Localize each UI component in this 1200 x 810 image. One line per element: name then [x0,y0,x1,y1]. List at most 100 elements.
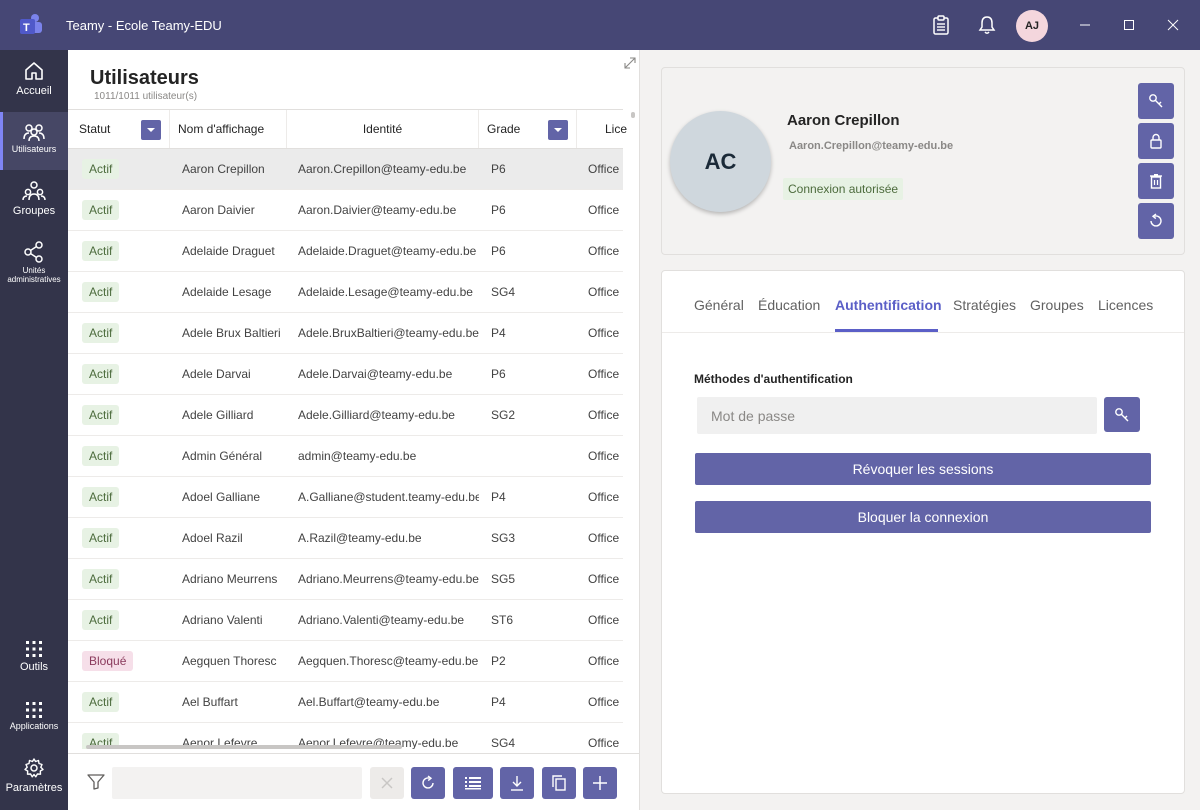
clipboard-icon[interactable] [928,12,954,38]
status-cell: Bloqué [82,641,170,681]
key-button[interactable] [1138,83,1174,119]
rail-item-accueil[interactable]: Accueil [0,60,68,112]
table-row[interactable]: Actif Aaron Daivier Aaron.Daivier@teamy-ed… [68,190,623,231]
tab-strategies[interactable]: Stratégies [953,297,1016,313]
filter-input[interactable] [112,767,362,799]
status-cell: Actif [82,559,170,599]
column-header-licence[interactable]: Lice [577,110,627,148]
copy-button[interactable] [542,767,576,799]
filter-dropdown-icon[interactable] [548,120,568,140]
identity-cell: Aaron.Crepillon@teamy-edu.be [298,162,467,176]
table-row[interactable]: Actif Adele Darvai Adele.Darvai@teamy-edu.… [68,354,623,395]
grade-cell [491,436,571,476]
lock-button[interactable] [1138,123,1174,159]
download-button[interactable] [500,767,534,799]
block-sign-in-button[interactable]: Bloquer la connexion [695,501,1151,533]
tab-groupes[interactable]: Groupes [1030,297,1084,313]
column-header-grade[interactable]: Grade [479,110,577,148]
add-icon [593,776,607,790]
table-row[interactable]: Actif Adele Gilliard Adele.Gilliard@teamy-… [68,395,623,436]
identity-cell: Adriano.Valenti@teamy-edu.be [298,613,465,627]
name-cell: Adriano Valenti [182,613,263,627]
svg-text:T: T [23,22,30,34]
status-cell: Actif [82,190,170,230]
table-row[interactable]: Actif Adelaide Draguet Adelaide.Draguet@te… [68,231,623,272]
user-list-panel: Utilisateurs 1011/1011 utilisateur(s) St… [68,50,640,810]
table-row[interactable]: Actif Adoel Razil A.Razil@teamy-edu.be SG3 O… [68,518,623,559]
bell-icon[interactable] [974,12,1000,38]
grade-cell: P6 [491,162,506,176]
rail-item-outils[interactable]: Outils [0,640,68,680]
column-label: Identité [362,122,403,136]
tab-licences[interactable]: Licences [1098,297,1153,313]
horizontal-scrollbar[interactable] [86,745,402,749]
table-row[interactable]: Bloqué Aegquen Thoresc Aegquen.Thoresc@tea… [68,641,623,682]
grade-cell: SG3 [491,531,516,545]
status-badge: Actif [82,528,120,548]
status-cell: Actif [82,149,170,189]
column-header-statut[interactable]: Statut [68,110,170,148]
rail-label: Applications [9,721,59,731]
close-icon[interactable] [1160,12,1186,38]
status-cell: Actif [82,272,170,312]
filter-dropdown-icon[interactable] [141,120,161,140]
vertical-scrollbar[interactable] [631,112,635,118]
columns-button[interactable] [453,767,493,799]
grade-cell: ST6 [491,613,514,627]
identity-cell: Ael.Buffart@teamy-edu.be [298,695,440,709]
detail-card: Général Éducation Authentification Strat… [661,270,1185,794]
user-avatar[interactable]: AJ [1016,10,1048,42]
table-row[interactable]: Actif Aaron Crepillon Aaron.Crepillon@team… [68,149,623,190]
license-cell: Office [588,162,620,176]
identity-cell: Adelaide.Lesage@teamy-edu.be [298,285,473,299]
title-bar: T Teamy - Ecole Teamy-EDU AJ [0,0,1200,50]
table-row[interactable]: Actif Adriano Valenti Adriano.Valenti@team… [68,600,623,641]
table-row[interactable]: Actif Admin Général admin@teamy-edu.be Offi… [68,436,623,477]
column-label: Grade [487,122,521,136]
delete-button[interactable] [1138,163,1174,199]
revoke-sessions-button[interactable]: Révoquer les sessions [695,453,1151,485]
status-badge: Actif [82,364,120,384]
rail-label: Paramètres [5,782,63,794]
column-header-nom[interactable]: Nom d'affichage [170,110,287,148]
column-header-identite[interactable]: Identité [287,110,479,148]
reset-password-button[interactable] [1104,397,1140,432]
maximize-icon[interactable] [1116,12,1142,38]
name-cell: Aaron Daivier [182,203,255,217]
status-badge: Actif [82,241,120,261]
reset-button[interactable] [1138,203,1174,239]
table-row[interactable]: Actif Adoel Galliane A.Galliane@student.te… [68,477,623,518]
identity-cell: Adelaide.Draguet@teamy-edu.be [298,244,477,258]
teams-logo-icon: T [18,13,44,37]
name-cell: Admin Général [182,449,263,463]
refresh-button[interactable] [411,767,445,799]
identity-cell: Aaron.Daivier@teamy-edu.be [298,203,457,217]
table-row[interactable]: Actif Adelaide Lesage Adelaide.Lesage@team… [68,272,623,313]
license-cell: Office [588,490,620,504]
status-cell: Actif [82,354,170,394]
rail-item-groupes[interactable]: Groupes [0,180,68,232]
password-method-field[interactable]: Mot de passe [697,397,1097,434]
rail-item-applications[interactable]: Applications [0,701,68,741]
table-row[interactable]: Actif Adele Brux Baltieri Adele.BruxBaltie… [68,313,623,354]
license-cell: Office [588,531,620,545]
expand-icon[interactable] [623,56,637,75]
tab-authentification[interactable]: Authentification [835,297,942,313]
rail-item-utilisateurs[interactable]: Utilisateurs [0,112,68,170]
license-cell: Office [588,408,620,422]
clear-filter-button[interactable] [370,767,404,799]
grade-cell: P2 [491,654,506,668]
tab-education[interactable]: Éducation [758,297,820,313]
column-label: Lice [605,122,628,136]
name-cell: Adele Gilliard [182,408,254,422]
rail-item-parametres[interactable]: Paramètres [0,757,68,801]
table-row[interactable]: Actif Ael Buffart Ael.Buffart@teamy-edu.be… [68,682,623,723]
rail-item-unites-administratives[interactable]: Unités administratives [0,240,68,292]
rail-label: Groupes [12,205,56,217]
grade-cell: P6 [491,244,506,258]
add-user-button[interactable] [583,767,617,799]
license-cell: Office [588,244,620,258]
minimize-icon[interactable] [1072,12,1098,38]
table-row[interactable]: Actif Adriano Meurrens Adriano.Meurrens@te… [68,559,623,600]
tab-general[interactable]: Général [694,297,744,313]
